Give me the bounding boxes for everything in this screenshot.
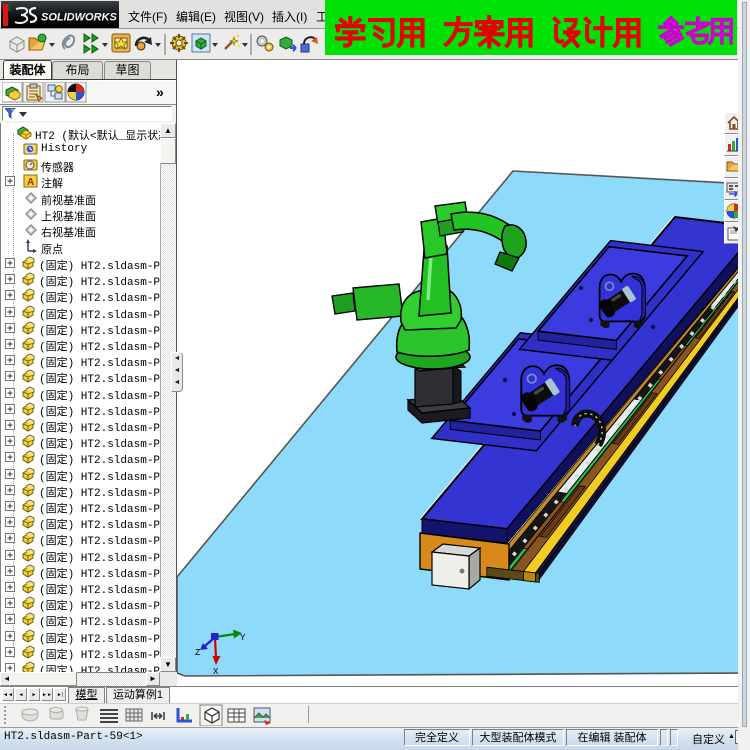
svg-text:Z: Z [195,648,201,658]
svg-text:X: X [213,667,219,677]
svg-text:SOLIDWORKS: SOLIDWORKS [41,12,117,24]
svg-text:Y: Y [240,633,246,643]
